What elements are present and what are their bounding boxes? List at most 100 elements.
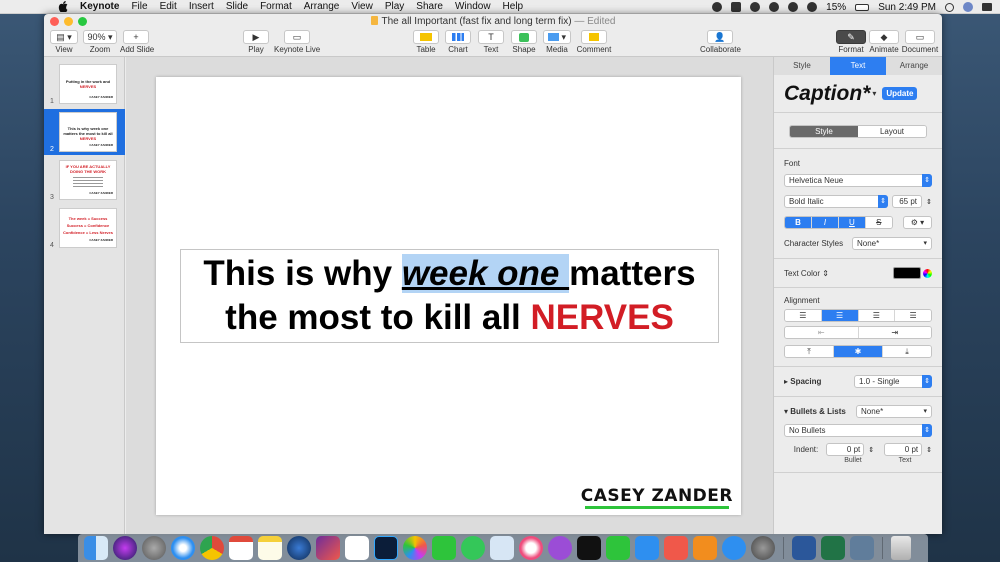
chart-icon[interactable] — [445, 30, 471, 44]
record-icon[interactable] — [712, 2, 723, 12]
font-size-stepper-icon[interactable]: ⇕ — [926, 198, 932, 206]
slide-thumbnail-3[interactable]: 3 IF YOU ARE ACTUALLY DOING THE WORK CAS… — [44, 157, 125, 203]
tab-text[interactable]: Text — [830, 57, 886, 75]
menu-insert[interactable]: Insert — [189, 1, 214, 12]
paragraph-style-name[interactable]: Caption* — [784, 82, 870, 106]
photos-icon[interactable] — [403, 536, 427, 560]
media-tool[interactable]: ▾ Media — [542, 30, 572, 54]
menu-format[interactable]: Format — [260, 1, 292, 12]
photoshop-icon[interactable] — [374, 536, 398, 560]
play-tool[interactable]: ▶ Play — [242, 30, 270, 54]
bullet-indent-field[interactable]: 0 pt — [826, 443, 865, 456]
timer-icon[interactable] — [788, 2, 799, 12]
text-indent-stepper-icon[interactable]: ⇕ — [926, 446, 932, 454]
strikethrough-button[interactable]: S — [865, 217, 892, 228]
shape-tool[interactable]: Shape — [510, 30, 538, 54]
apple-tv-icon[interactable] — [577, 536, 601, 560]
finder-icon[interactable] — [84, 536, 108, 560]
menu-share[interactable]: Share — [416, 1, 443, 12]
slide-text-box[interactable]: This is why week one matters the most to… — [180, 249, 719, 343]
animate-tool[interactable]: ◆ Animate — [867, 30, 901, 54]
view-menu-icon[interactable]: ▤ ▾ — [50, 30, 78, 44]
media-icon[interactable]: ▾ — [543, 30, 571, 44]
zoom-tool[interactable]: 90% ▾ Zoom — [83, 30, 117, 54]
screenflow-icon[interactable] — [287, 536, 311, 560]
broadcast-icon[interactable] — [750, 2, 761, 12]
spotlight-icon[interactable] — [945, 2, 954, 12]
paragraph-style-chevron-icon[interactable]: ▾ — [872, 89, 876, 98]
menu-arrange[interactable]: Arrange — [304, 1, 340, 12]
zoom-window-button[interactable] — [78, 17, 87, 26]
font-size-field[interactable]: 65 pt — [892, 195, 922, 208]
collaborate-icon[interactable]: 👤 — [707, 30, 733, 44]
bold-button[interactable]: B — [785, 217, 812, 228]
slide-thumbnail-1[interactable]: 1 Putting in the work and NERVES CASEY Z… — [44, 61, 125, 107]
underline-button[interactable]: U — [838, 217, 866, 228]
play-icon[interactable]: ▶ — [243, 30, 269, 44]
text-indent-field[interactable]: 0 pt — [884, 443, 923, 456]
news-icon[interactable] — [664, 536, 688, 560]
battery-icon[interactable] — [855, 3, 870, 11]
align-middle-icon[interactable]: ✱ — [834, 346, 883, 357]
align-left-icon[interactable]: ☰ — [785, 310, 822, 321]
close-window-button[interactable] — [50, 17, 59, 26]
app-status-icon[interactable] — [731, 2, 742, 12]
calendar-icon[interactable] — [229, 536, 253, 560]
selected-text[interactable]: week one — [401, 254, 570, 293]
font-family-select[interactable]: Helvetica Neue ⇕ — [784, 174, 932, 187]
keynote-live-icon[interactable]: ▭ — [284, 30, 310, 44]
text-tool[interactable]: T Text — [477, 30, 505, 54]
cloud-icon[interactable] — [769, 2, 780, 12]
menu-play[interactable]: Play — [385, 1, 404, 12]
reminders-icon[interactable] — [345, 536, 369, 560]
menu-file[interactable]: File — [131, 1, 147, 12]
keynote-live-tool[interactable]: ▭ Keynote Live — [274, 30, 320, 54]
chrome-icon[interactable] — [200, 536, 224, 560]
siri-icon[interactable] — [113, 536, 137, 560]
format-brush-icon[interactable]: ✎ — [836, 30, 866, 44]
align-right-icon[interactable]: ☰ — [858, 310, 896, 321]
table-icon[interactable] — [413, 30, 439, 44]
tab-arrange[interactable]: Arrange — [886, 57, 942, 75]
itunes-icon[interactable] — [519, 536, 543, 560]
keynote-icon[interactable] — [635, 536, 659, 560]
align-bottom-icon[interactable]: ⤓ — [883, 346, 931, 357]
align-top-icon[interactable]: ⤒ — [785, 346, 834, 357]
word-icon[interactable] — [792, 536, 816, 560]
add-slide-icon[interactable]: + — [123, 30, 149, 44]
minimize-window-button[interactable] — [64, 17, 73, 26]
preview-icon[interactable] — [490, 536, 514, 560]
align-center-icon[interactable]: ☰ — [821, 310, 859, 321]
font-typeface-select[interactable]: Bold Italic ⇕ — [784, 195, 888, 208]
increase-indent-icon[interactable]: ⇥ — [858, 327, 931, 338]
animate-icon[interactable]: ◆ — [869, 30, 899, 44]
view-tool[interactable]: ▤ ▾ View — [50, 30, 78, 54]
zoom-select[interactable]: 90% ▾ — [83, 30, 117, 44]
menu-help[interactable]: Help — [503, 1, 524, 12]
format-tool[interactable]: ✎ Format — [834, 30, 868, 54]
text-options-gear-button[interactable]: ⚙ ▾ — [902, 216, 932, 229]
spacing-disclosure[interactable]: ▸ Spacing — [784, 377, 821, 386]
clock[interactable]: Sun 2:49 PM — [878, 2, 936, 13]
menu-slide[interactable]: Slide — [226, 1, 248, 12]
tab-style[interactable]: Style — [774, 57, 830, 75]
collaborate-tool[interactable]: 👤 Collaborate — [700, 30, 741, 54]
final-cut-icon[interactable] — [316, 536, 340, 560]
apple-icon[interactable] — [58, 1, 68, 12]
bullet-indent-stepper-icon[interactable]: ⇕ — [868, 446, 874, 454]
segment-style[interactable]: Style — [790, 126, 858, 137]
numbers-icon[interactable] — [606, 536, 630, 560]
menu-window[interactable]: Window — [455, 1, 491, 12]
bullets-disclosure[interactable]: ▾ Bullets & Lists — [784, 407, 846, 416]
menu-edit[interactable]: Edit — [160, 1, 177, 12]
character-styles-select[interactable]: None* ▾ — [852, 237, 932, 250]
comment-tool[interactable]: Comment — [576, 30, 612, 54]
excel-icon[interactable] — [821, 536, 845, 560]
update-style-button[interactable]: Update — [882, 87, 918, 100]
document-panel-icon[interactable]: ▭ — [905, 30, 935, 44]
messages-icon[interactable] — [461, 536, 485, 560]
chart-tool[interactable]: Chart — [444, 30, 472, 54]
segment-layout[interactable]: Layout — [858, 126, 926, 137]
comment-icon[interactable] — [581, 30, 607, 44]
downloads-icon[interactable] — [850, 536, 874, 560]
